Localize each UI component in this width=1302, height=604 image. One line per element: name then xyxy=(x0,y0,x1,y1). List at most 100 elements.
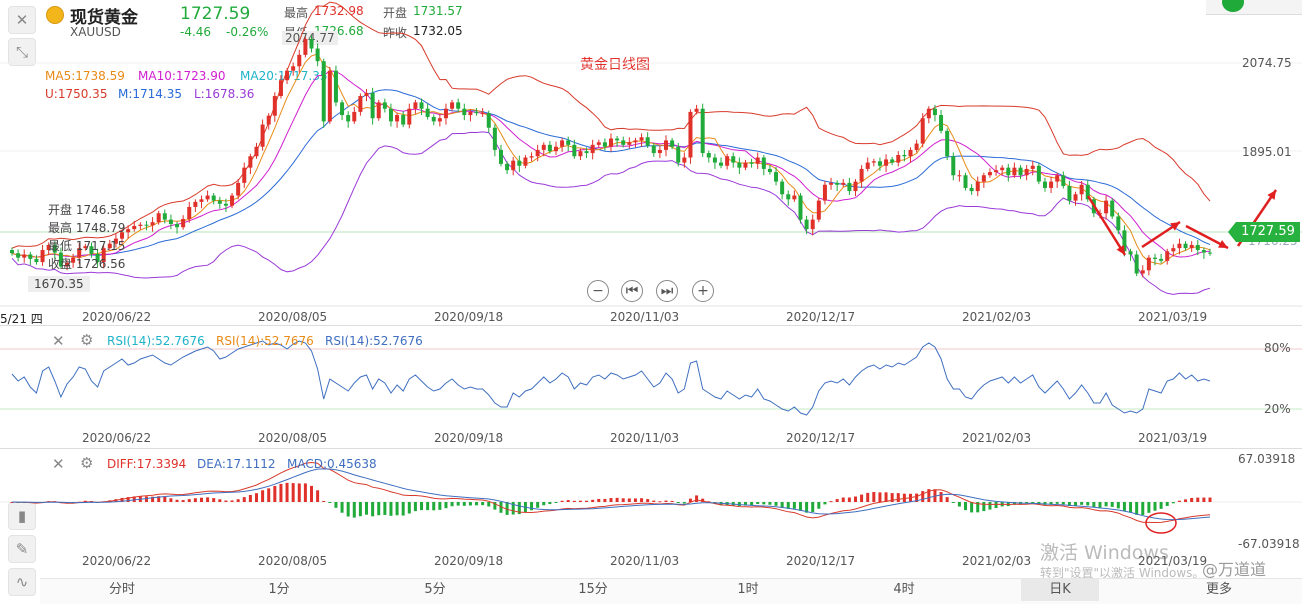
scroll-left-button[interactable]: ⏮ xyxy=(621,280,643,302)
candle-body xyxy=(957,175,962,177)
candle-body xyxy=(144,224,149,226)
candle-body xyxy=(260,124,265,147)
macd-histogram-bar xyxy=(163,496,167,502)
macd-histogram-bar xyxy=(340,502,344,513)
ohlc-high: 最高 1748.79 xyxy=(48,221,126,235)
candle-body xyxy=(578,151,583,157)
candle-body xyxy=(890,159,895,163)
rsi-line xyxy=(11,340,1211,416)
candle-body xyxy=(1146,257,1151,271)
macd-histogram-bar xyxy=(792,502,796,509)
macd-tick-high: 67.03918 xyxy=(1238,452,1296,466)
macd-histogram-bar xyxy=(475,502,479,506)
candle-body xyxy=(28,254,33,259)
macd-histogram-bar xyxy=(658,501,662,503)
macd-histogram-bar xyxy=(1165,502,1169,506)
scroll-right-button[interactable]: ⏭ xyxy=(656,280,678,302)
price-tag-text: 1727.59 xyxy=(1236,222,1300,242)
candle-body xyxy=(951,156,956,176)
timeframe-tab[interactable]: 日K xyxy=(1021,579,1099,601)
macd-histogram-bar xyxy=(572,500,576,502)
timeframe-tab[interactable]: 5分 xyxy=(396,579,474,601)
candle-body xyxy=(1006,167,1011,176)
macd-date-label: 2020/12/17 xyxy=(786,554,856,568)
candle-body xyxy=(877,161,882,166)
rsi-date-label: 2021/02/03 xyxy=(962,431,1032,445)
candle-body xyxy=(853,181,858,192)
candle-body xyxy=(230,195,235,206)
macd-histogram-bar xyxy=(664,500,668,502)
rsi-label-1: RSI(14):52.7676 xyxy=(107,334,205,348)
macd-histogram-bar xyxy=(236,499,240,502)
macd-histogram-bar xyxy=(206,497,210,502)
macd-histogram-bar xyxy=(1208,497,1212,502)
candle-body xyxy=(786,194,791,200)
candle-body xyxy=(865,162,870,169)
timeframe-tab[interactable]: 1时 xyxy=(709,579,787,601)
macd-dea-label: DEA:17.1112 xyxy=(197,457,276,471)
candle-body xyxy=(437,118,442,122)
timeframe-tab[interactable]: 更多 xyxy=(1180,579,1258,601)
macd-histogram-bar xyxy=(1159,502,1163,509)
macd-date-label: 2020/11/03 xyxy=(610,554,680,568)
candle-body xyxy=(670,140,675,147)
candle-body xyxy=(932,108,937,116)
macd-histogram-bar xyxy=(762,502,766,505)
candle-body xyxy=(566,140,571,145)
boll-upper-line xyxy=(11,1,1211,249)
timeframe-tab[interactable]: 分时 xyxy=(83,579,161,601)
main-date-label: 2020/12/17 xyxy=(786,310,856,324)
candle-body xyxy=(847,182,852,192)
timeframe-tab[interactable]: 15分 xyxy=(554,579,632,601)
macd-histogram-bar xyxy=(383,502,387,515)
candlestick-chart[interactable] xyxy=(0,0,1302,330)
candle-body xyxy=(719,162,724,166)
macd-histogram-bar xyxy=(279,483,283,502)
macd-histogram-bar xyxy=(377,502,381,516)
rsi-settings-icon[interactable]: ⚙ xyxy=(80,331,93,349)
candle-body xyxy=(223,203,228,206)
macd-histogram-bar xyxy=(921,491,925,502)
candle-body xyxy=(303,39,308,55)
macd-histogram-bar xyxy=(853,496,857,502)
candle-body xyxy=(278,80,283,97)
macd-histogram-bar xyxy=(1080,502,1084,505)
candle-body xyxy=(694,108,699,112)
macd-settings-icon[interactable]: ⚙ xyxy=(80,454,93,472)
macd-date-label: 2021/03/19 xyxy=(1138,554,1208,568)
macd-histogram-bar xyxy=(462,502,466,506)
boll-lower-line xyxy=(11,131,1211,295)
macd-histogram-bar xyxy=(267,488,271,502)
macd-close-icon[interactable]: ✕ xyxy=(52,455,65,473)
candle-body xyxy=(547,144,552,152)
macd-histogram-bar xyxy=(964,502,968,511)
macd-histogram-bar xyxy=(426,502,430,511)
rsi-close-icon[interactable]: ✕ xyxy=(52,332,65,350)
candle-body xyxy=(272,96,277,116)
candle-body xyxy=(370,92,375,119)
timeframe-tab[interactable]: 1分 xyxy=(240,579,318,601)
macd-histogram-bar xyxy=(224,500,228,502)
candle-body xyxy=(535,149,540,157)
candle-body xyxy=(492,127,497,150)
candle-body xyxy=(517,160,522,166)
macd-histogram-bar xyxy=(248,494,252,502)
macd-histogram-bar xyxy=(695,495,699,502)
author-watermark: @万道道 xyxy=(1202,560,1267,579)
candle-body xyxy=(1073,194,1078,201)
macd-histogram-bar xyxy=(585,500,589,502)
macd-histogram-bar xyxy=(621,498,625,502)
candle-body xyxy=(321,61,326,122)
macd-histogram-bar xyxy=(1190,497,1194,502)
candle-body xyxy=(902,154,907,157)
macd-histogram-bar xyxy=(273,485,277,502)
timeframe-tab[interactable]: 4时 xyxy=(865,579,943,601)
candle-body xyxy=(755,157,760,164)
candle-body xyxy=(1104,200,1109,214)
zoom-in-button[interactable]: + xyxy=(692,280,714,302)
candle-body xyxy=(743,162,748,168)
zoom-out-button[interactable]: − xyxy=(587,280,609,302)
macd-histogram-bar xyxy=(487,502,491,507)
macd-histogram-bar xyxy=(798,502,802,511)
macd-histogram-bar xyxy=(285,482,289,502)
